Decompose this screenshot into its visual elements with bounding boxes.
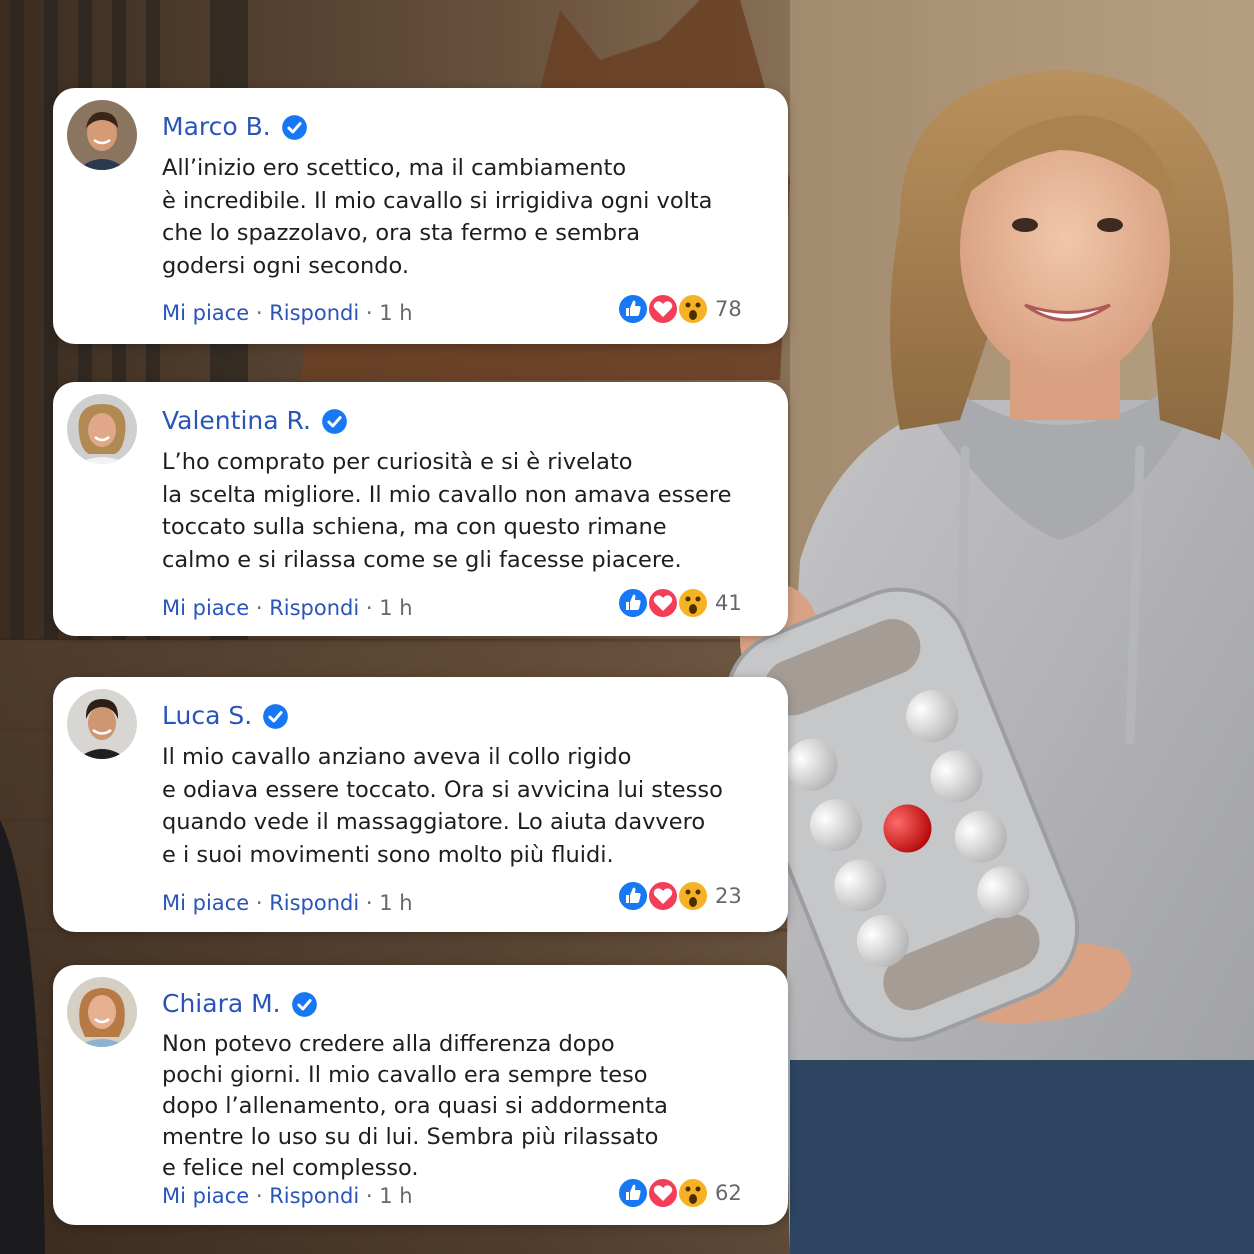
- comment-text: Non potevo credere alla differenza dopo …: [162, 1031, 668, 1181]
- separator: ·: [255, 1184, 270, 1208]
- timestamp: 1 h: [379, 1184, 413, 1208]
- commenter-name[interactable]: Valentina R.: [162, 406, 311, 436]
- like-icon: [617, 293, 649, 325]
- commenter-name[interactable]: Luca S.: [162, 701, 252, 731]
- wow-icon: [677, 880, 709, 912]
- reaction-count: 62: [715, 1181, 742, 1205]
- like-icon: [617, 587, 649, 619]
- comment-card: Luca S. Il mio cavallo anziano aveva il …: [53, 677, 788, 932]
- wow-icon: [677, 1177, 709, 1209]
- reply-link[interactable]: Rispondi: [269, 891, 359, 915]
- like-link[interactable]: Mi piace: [162, 1184, 249, 1208]
- comment-actions: Mi piace · Rispondi · 1 h: [162, 890, 413, 916]
- separator: ·: [365, 301, 380, 325]
- verified-check-icon: [291, 991, 317, 1017]
- love-icon: [647, 1177, 679, 1209]
- separator: ·: [365, 596, 380, 620]
- avatar[interactable]: [67, 689, 137, 759]
- separator: ·: [255, 891, 270, 915]
- avatar[interactable]: [67, 100, 137, 170]
- separator: ·: [255, 301, 270, 325]
- separator: ·: [365, 1184, 380, 1208]
- verified-check-icon: [263, 703, 289, 729]
- reaction-summary[interactable]: 41: [617, 587, 742, 619]
- like-link[interactable]: Mi piace: [162, 301, 249, 325]
- comment-text: All’inizio ero scettico, ma il cambiamen…: [162, 155, 713, 279]
- verified-check-icon: [281, 114, 307, 140]
- timestamp: 1 h: [379, 596, 413, 620]
- like-link[interactable]: Mi piace: [162, 891, 249, 915]
- reply-link[interactable]: Rispondi: [269, 301, 359, 325]
- commenter-name[interactable]: Chiara M.: [162, 989, 281, 1019]
- like-link[interactable]: Mi piace: [162, 596, 249, 620]
- timestamp: 1 h: [379, 301, 413, 325]
- avatar[interactable]: [67, 977, 137, 1047]
- commenter-name[interactable]: Marco B.: [162, 112, 271, 142]
- separator: ·: [255, 596, 270, 620]
- reaction-count: 41: [715, 591, 742, 615]
- reaction-summary[interactable]: 23: [617, 880, 742, 912]
- comment-actions: Mi piace · Rispondi · 1 h: [162, 300, 413, 326]
- wow-icon: [677, 293, 709, 325]
- reaction-summary[interactable]: 78: [617, 293, 742, 325]
- reaction-count: 23: [715, 884, 742, 908]
- reply-link[interactable]: Rispondi: [269, 1184, 359, 1208]
- comment-card: Valentina R. L’ho comprato per curiosità…: [53, 382, 788, 636]
- wow-icon: [677, 587, 709, 619]
- reply-link[interactable]: Rispondi: [269, 596, 359, 620]
- timestamp: 1 h: [379, 891, 413, 915]
- separator: ·: [365, 891, 380, 915]
- comment-text: L’ho comprato per curiosità e si è rivel…: [162, 449, 732, 573]
- comment-actions: Mi piace · Rispondi · 1 h: [162, 1183, 413, 1209]
- comment-text: Il mio cavallo anziano aveva il collo ri…: [162, 744, 723, 868]
- love-icon: [647, 880, 679, 912]
- verified-check-icon: [322, 408, 347, 434]
- comment-card: Chiara M. Non potevo credere alla differ…: [53, 965, 788, 1225]
- love-icon: [647, 587, 679, 619]
- love-icon: [647, 293, 679, 325]
- comment-card: Marco B. All’inizio ero scettico, ma il …: [53, 88, 788, 344]
- avatar[interactable]: [67, 394, 137, 464]
- like-icon: [617, 880, 649, 912]
- reaction-count: 78: [715, 297, 742, 321]
- like-icon: [617, 1177, 649, 1209]
- comment-actions: Mi piace · Rispondi · 1 h: [162, 595, 413, 621]
- reaction-summary[interactable]: 62: [617, 1177, 742, 1209]
